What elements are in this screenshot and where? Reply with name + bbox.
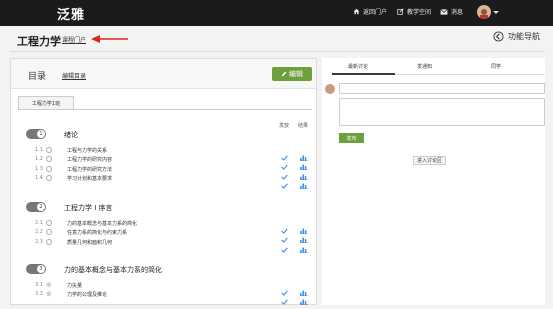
chapter-toggle[interactable]: 2 [26, 202, 46, 212]
tab-latest-discussion[interactable]: 最新讨论 [348, 63, 368, 70]
section-number: 2.3 [35, 239, 43, 245]
section-label[interactable]: 工程力学的研究内容 [67, 156, 112, 163]
section-number: 1.2 [35, 156, 43, 162]
release-check-icon[interactable] [281, 174, 288, 193]
back-circle-icon [493, 31, 504, 42]
back-to-portal-link[interactable]: 返回门户 [353, 7, 387, 16]
home-icon [353, 8, 360, 15]
discussion-panel: 最新讨论 发通知 同学 发布 进入讨论区 [322, 58, 545, 305]
section-number: 3.2 [35, 291, 43, 297]
teaching-space-link[interactable]: 教学空间 [397, 7, 431, 16]
result-chart-icon[interactable] [300, 238, 308, 257]
course-title: 工程力学 [17, 33, 61, 49]
expand-plus-icon[interactable]: ⊕ [46, 290, 52, 298]
post-button[interactable]: 发布 [339, 133, 364, 143]
messages-label: 消息 [451, 7, 463, 16]
section-status-circle-icon [46, 220, 52, 226]
pencil-icon [281, 71, 287, 77]
course-portal-link[interactable]: 课程门户 [62, 35, 86, 44]
section-label[interactable]: 力的基本概念与基本力系的简化 [67, 220, 137, 227]
commenter-avatar [325, 84, 335, 94]
chapter-number: 3 [37, 265, 45, 273]
section-label[interactable]: 学习计划和基本要求 [67, 175, 112, 182]
section-status-circle-icon [46, 175, 52, 181]
chapter-title[interactable]: 力的基本概念与基本力系的简化 [64, 265, 162, 275]
section-number: 3.1 [35, 282, 43, 288]
tab-classmates[interactable]: 同学 [491, 63, 501, 70]
user-avatar[interactable] [477, 5, 491, 19]
function-navigation-label: 功能导航 [508, 31, 540, 42]
toc-panel-header: 目录 编辑目录 编辑 [11, 59, 316, 89]
result-chart-icon[interactable] [300, 174, 308, 193]
messages-link[interactable]: 消息 [440, 7, 463, 16]
edit-icon [397, 8, 404, 15]
release-check-icon[interactable] [281, 290, 288, 309]
section-number: 2.2 [35, 229, 43, 235]
back-to-portal-label: 返回门户 [363, 7, 387, 16]
edit-toc-link[interactable]: 编辑目录 [62, 71, 86, 80]
tab-class-1[interactable]: 工程力学1班 [18, 96, 74, 109]
section-status-circle-icon [46, 166, 52, 172]
toc-title: 目录 [28, 69, 46, 82]
app-logo[interactable]: 泛雅 [57, 4, 85, 23]
section-label[interactable]: 任意力系的简化与约束力系 [67, 229, 127, 236]
header-divider [10, 51, 545, 52]
section-label[interactable]: 工程与力学的关系 [67, 147, 107, 154]
chapter-number: 2 [37, 203, 45, 211]
section-label[interactable]: 工程力学的研究方法 [67, 166, 112, 173]
chapter-toggle[interactable]: 1 [26, 129, 46, 139]
chapter-title[interactable]: 绪论 [64, 130, 78, 140]
edit-button-label: 编辑 [289, 69, 303, 79]
section-status-circle-icon [46, 156, 52, 162]
function-navigation-button[interactable]: 功能导航 [493, 31, 540, 42]
enter-forum-button[interactable]: 进入讨论区 [413, 156, 446, 165]
chapter-title[interactable]: 工程力学 I 序言 [64, 203, 113, 213]
section-row[interactable]: 1.4 学习计划和基本要求 [35, 174, 315, 184]
release-column-header: 发放 [279, 122, 289, 129]
active-tab-indicator [332, 73, 395, 75]
tab-divider [18, 109, 312, 110]
discussion-content-input[interactable] [339, 98, 545, 126]
chapter-number: 1 [37, 130, 45, 138]
result-chart-icon[interactable] [300, 290, 308, 309]
toc-panel: 目录 编辑目录 编辑 工程力学1班 发放 结果 1 绪论 1.1 工程与力学的关系 1.… [10, 58, 317, 305]
section-status-circle-icon [46, 239, 52, 245]
user-menu-caret-icon[interactable] [493, 11, 499, 14]
discussion-title-input[interactable] [339, 83, 545, 94]
section-number: 1.1 [35, 147, 43, 153]
top-navigation-bar: 泛雅 返回门户 教学空间 消息 [0, 0, 553, 26]
result-column-header: 结果 [298, 122, 308, 129]
section-number: 2.1 [35, 220, 43, 226]
tab-send-notice[interactable]: 发通知 [417, 63, 432, 70]
section-row[interactable]: 3.2⊕ 力学的公理及推论 [35, 290, 315, 300]
section-label[interactable]: 力学的公理及推论 [67, 291, 107, 298]
expand-plus-icon[interactable]: ⊕ [46, 281, 52, 289]
section-number: 1.4 [35, 175, 43, 181]
section-status-circle-icon [46, 229, 52, 235]
section-status-circle-icon [46, 147, 52, 153]
edit-button[interactable]: 编辑 [272, 67, 312, 81]
section-row[interactable]: 2.3 质量几何和面积几何 [35, 238, 315, 248]
section-label[interactable]: 质量几何和面积几何 [67, 239, 112, 246]
section-label[interactable]: 力矢量 [67, 282, 82, 289]
section-number: 1.3 [35, 166, 43, 172]
mail-icon [440, 9, 448, 15]
teaching-space-label: 教学空间 [407, 7, 431, 16]
red-arrow-icon [88, 32, 130, 46]
chapter-toggle[interactable]: 3 [26, 264, 46, 274]
release-check-icon[interactable] [281, 238, 288, 257]
